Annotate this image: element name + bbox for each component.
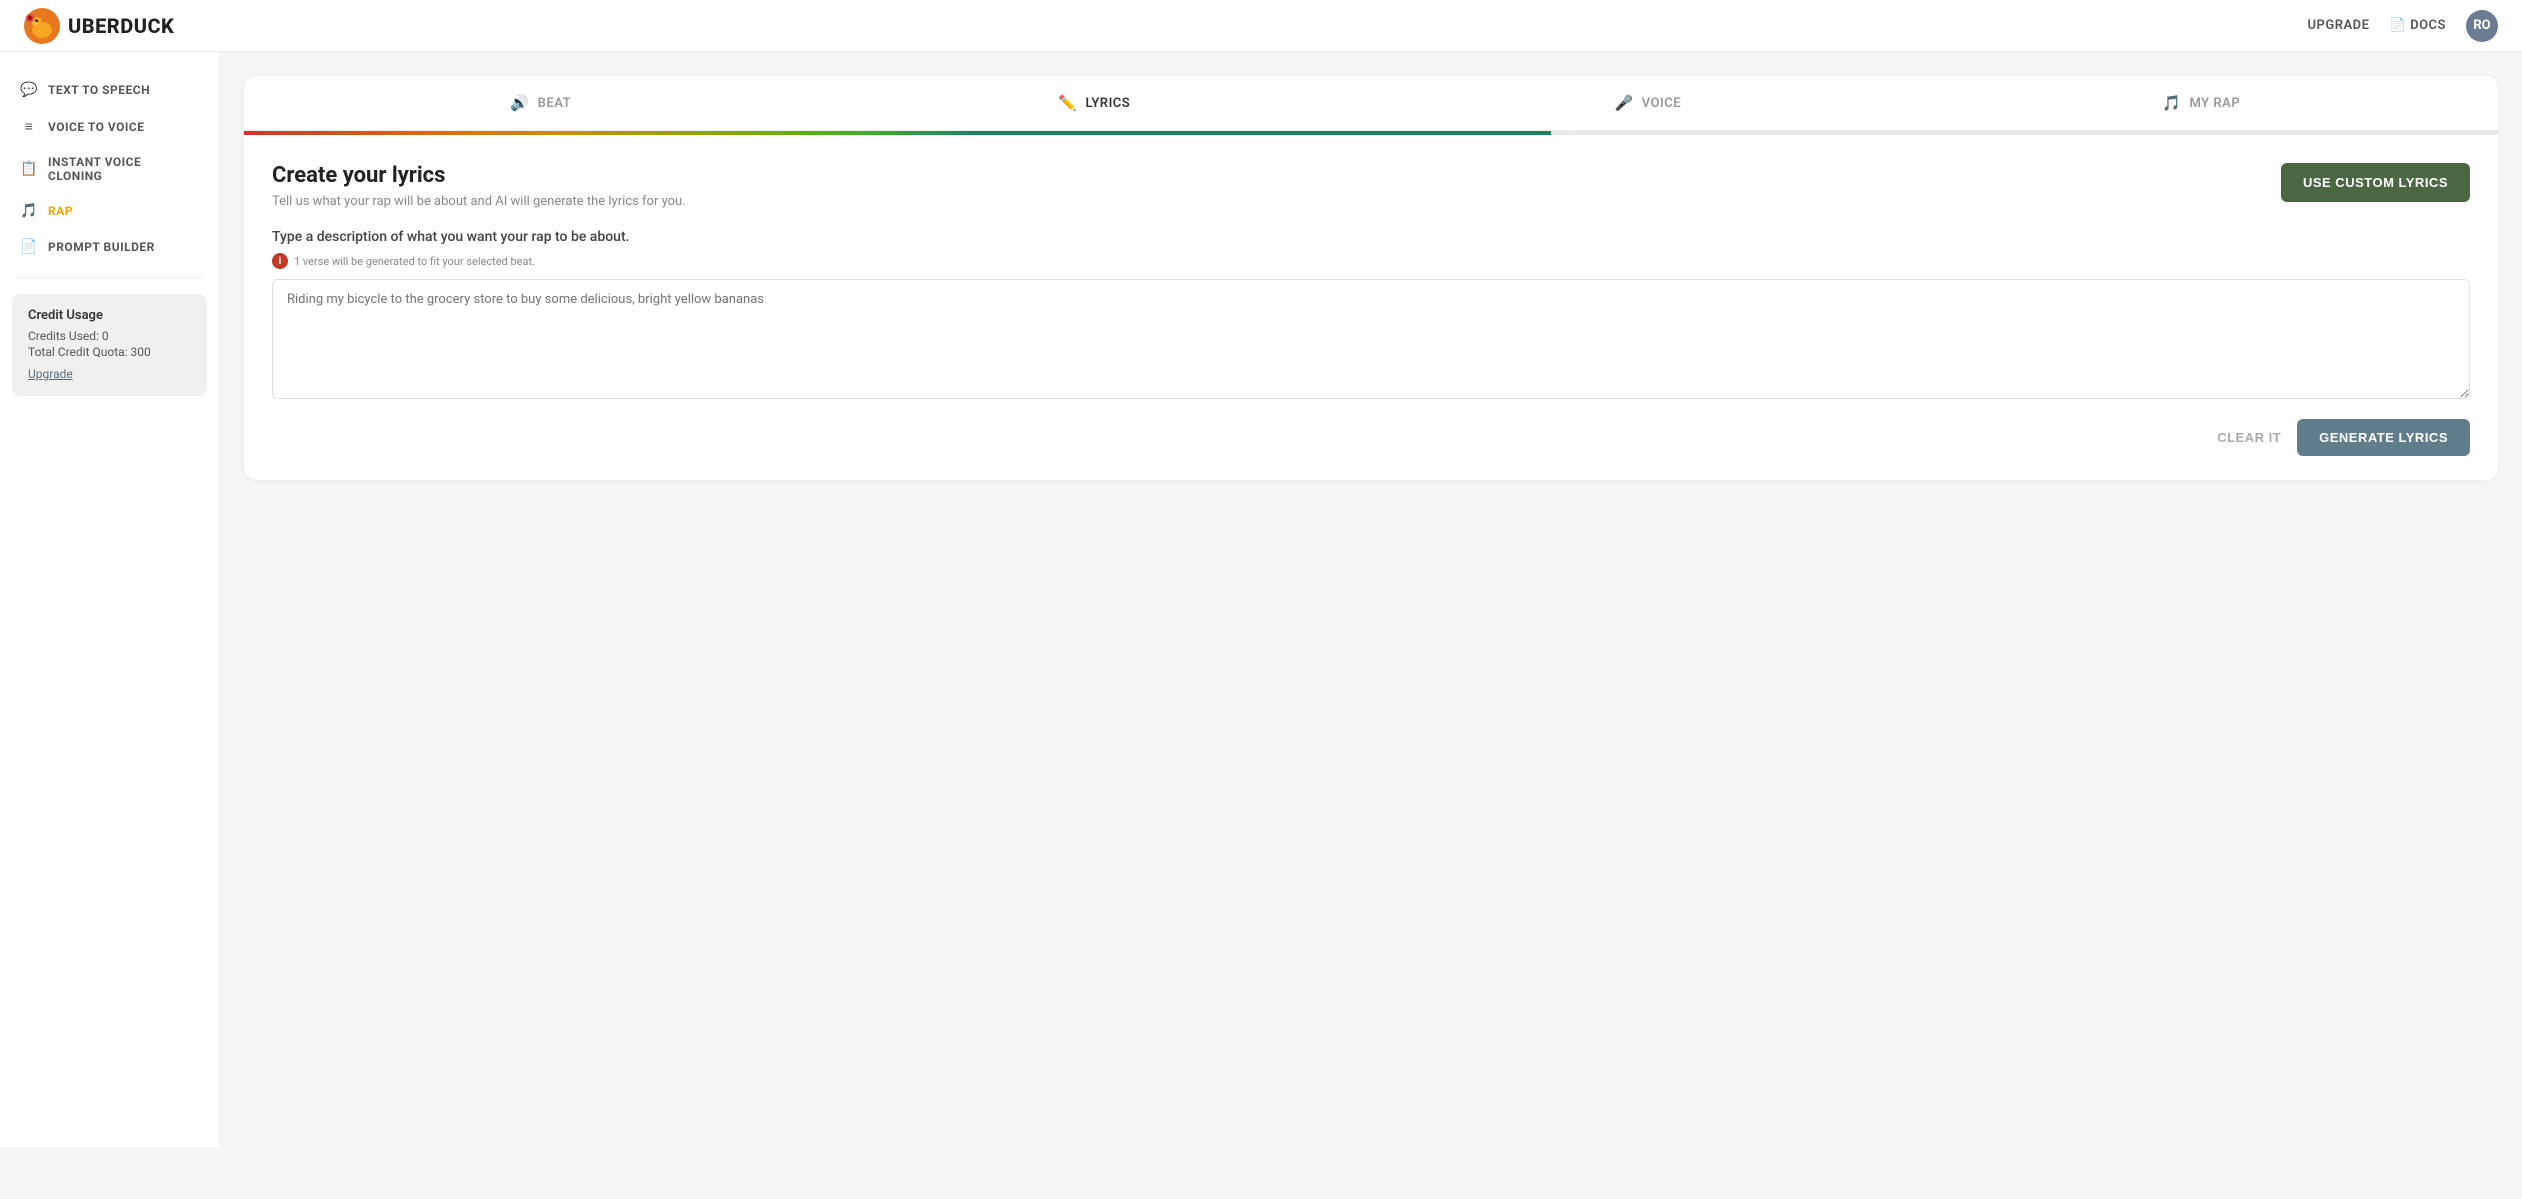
duck-logo-icon bbox=[24, 8, 60, 44]
sidebar-item-label: TEXT TO SPEECH bbox=[48, 83, 150, 97]
panel-subtitle: Tell us what your rap will be about and … bbox=[272, 194, 686, 209]
my-rap-tab-icon: 🎵 bbox=[2162, 94, 2181, 112]
voice-tab-icon: 🎤 bbox=[1614, 94, 1633, 112]
credit-usage-box: Credit Usage Credits Used: 0 Total Credi… bbox=[12, 294, 207, 396]
total-quota: Total Credit Quota: 300 bbox=[28, 345, 191, 359]
credit-usage-title: Credit Usage bbox=[28, 308, 191, 323]
main-content: 🔊 BEAT ✏️ LYRICS 🎤 VOICE 🎵 MY RAP bbox=[220, 52, 2522, 1147]
main-layout: 💬 TEXT TO SPEECH ≡ VOICE TO VOICE 📋 INST… bbox=[0, 52, 2522, 1147]
panel-title: Create your lyrics bbox=[272, 163, 686, 188]
docs-icon: 📄 bbox=[2389, 18, 2406, 33]
sidebar-item-text-to-speech[interactable]: 💬 TEXT TO SPEECH bbox=[0, 72, 219, 108]
panel-header-row: Create your lyrics Tell us what your rap… bbox=[272, 163, 2470, 209]
upgrade-link[interactable]: Upgrade bbox=[28, 367, 73, 381]
tab-bar: 🔊 BEAT ✏️ LYRICS 🎤 VOICE 🎵 MY RAP bbox=[244, 76, 2498, 131]
credits-used: Credits Used: 0 bbox=[28, 329, 191, 343]
lyrics-tab-icon: ✏️ bbox=[1058, 94, 1077, 112]
info-icon: i bbox=[272, 253, 288, 269]
logo[interactable]: UBERDUCK bbox=[24, 8, 174, 44]
lyrics-description-textarea[interactable] bbox=[272, 279, 2470, 399]
panel-body: Create your lyrics Tell us what your rap… bbox=[244, 135, 2498, 480]
sidebar-item-label: RAP bbox=[48, 204, 73, 218]
tab-voice[interactable]: 🎤 VOICE bbox=[1371, 76, 1925, 130]
sidebar-item-prompt-builder[interactable]: 📄 PROMPT BUILDER bbox=[0, 229, 219, 265]
cloning-icon: 📋 bbox=[20, 161, 38, 177]
upgrade-link[interactable]: UPGRADE bbox=[2307, 18, 2369, 33]
sidebar-item-instant-voice-cloning[interactable]: 📋 INSTANT VOICE CLONING bbox=[0, 145, 219, 193]
sidebar-item-label: INSTANT VOICE CLONING bbox=[48, 155, 199, 183]
tab-lyrics[interactable]: ✏️ LYRICS bbox=[818, 76, 1372, 130]
progress-track bbox=[244, 131, 2498, 135]
rap-panel: 🔊 BEAT ✏️ LYRICS 🎤 VOICE 🎵 MY RAP bbox=[244, 76, 2498, 480]
panel-header-text: Create your lyrics Tell us what your rap… bbox=[272, 163, 686, 209]
sidebar-item-label: VOICE TO VOICE bbox=[48, 120, 145, 134]
logo-text: UBERDUCK bbox=[68, 14, 174, 38]
tab-lyrics-label: LYRICS bbox=[1085, 96, 1130, 111]
info-note-text: 1 verse will be generated to fit your se… bbox=[294, 255, 535, 268]
tab-my-rap-label: MY RAP bbox=[2189, 96, 2240, 111]
info-note: i 1 verse will be generated to fit your … bbox=[272, 253, 2470, 269]
voice-to-voice-icon: ≡ bbox=[20, 118, 38, 135]
speech-icon: 💬 bbox=[20, 82, 38, 98]
progress-fill bbox=[244, 131, 1551, 135]
docs-link[interactable]: 📄 DOCS bbox=[2389, 18, 2446, 33]
sidebar-item-voice-to-voice[interactable]: ≡ VOICE TO VOICE bbox=[0, 108, 219, 145]
sidebar: 💬 TEXT TO SPEECH ≡ VOICE TO VOICE 📋 INST… bbox=[0, 52, 220, 1147]
tab-beat[interactable]: 🔊 BEAT bbox=[264, 76, 818, 130]
use-custom-lyrics-button[interactable]: USE CUSTOM LYRICS bbox=[2281, 163, 2470, 202]
form-actions: CLEAR IT GENERATE LYRICS bbox=[272, 419, 2470, 456]
rap-icon: 🎵 bbox=[20, 203, 38, 219]
sidebar-divider bbox=[16, 277, 203, 278]
beat-tab-icon: 🔊 bbox=[510, 94, 529, 112]
textarea-label: Type a description of what you want your… bbox=[272, 229, 2470, 245]
progress-bar-wrap bbox=[244, 131, 2498, 135]
top-navigation: UBERDUCK UPGRADE 📄 DOCS RO bbox=[0, 0, 2522, 52]
tab-beat-label: BEAT bbox=[538, 96, 571, 111]
sidebar-item-rap[interactable]: 🎵 RAP bbox=[0, 193, 219, 229]
clear-button[interactable]: CLEAR IT bbox=[2217, 430, 2281, 445]
topnav-actions: UPGRADE 📄 DOCS RO bbox=[2307, 10, 2498, 42]
sidebar-item-label: PROMPT BUILDER bbox=[48, 240, 155, 254]
prompt-icon: 📄 bbox=[20, 239, 38, 255]
generate-lyrics-button[interactable]: GENERATE LYRICS bbox=[2297, 419, 2470, 456]
user-avatar[interactable]: RO bbox=[2466, 10, 2498, 42]
tab-voice-label: VOICE bbox=[1642, 96, 1681, 111]
tab-my-rap[interactable]: 🎵 MY RAP bbox=[1925, 76, 2479, 130]
